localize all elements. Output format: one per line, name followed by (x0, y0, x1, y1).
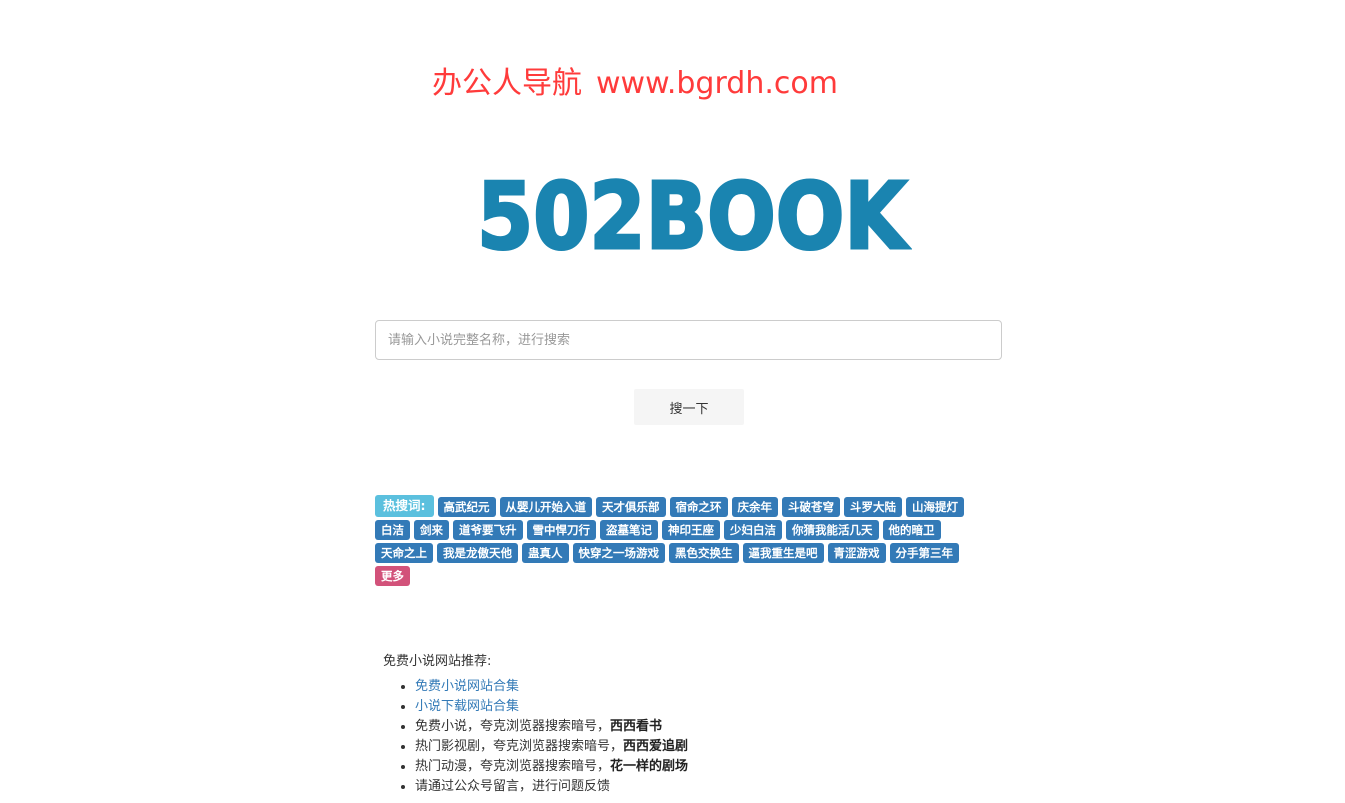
recommend-item: 小说下载网站合集 (415, 697, 688, 717)
recommend-list: 免费小说网站合集小说下载网站合集免费小说，夸克浏览器搜索暗号，西西看书热门影视剧… (383, 677, 688, 797)
recommend-title: 免费小说网站推荐: (383, 654, 492, 669)
hot-tag[interactable]: 山海提灯 (906, 497, 964, 517)
logo-502book-icon: 502BOOK (476, 162, 912, 261)
more-tags-button[interactable]: 更多 (375, 566, 410, 586)
hot-tag[interactable]: 分手第三年 (889, 543, 959, 563)
hot-tag[interactable]: 剑来 (414, 520, 449, 540)
recommend-keyword: 花一样的剧场 (610, 759, 689, 774)
site-logo[interactable]: 502BOOK (472, 160, 912, 261)
banner-url: www.bgrdh.com (596, 66, 838, 101)
hot-tag[interactable]: 青涩游戏 (827, 543, 886, 563)
hot-tag[interactable]: 道爷要飞升 (453, 520, 523, 540)
recommend-item: 免费小说网站合集 (415, 677, 688, 697)
recommend-link[interactable]: 小说下载网站合集 (415, 699, 519, 714)
recommend-text: 热门动漫，夸克浏览器搜索暗号， (415, 759, 611, 774)
hot-search-tags: 热搜词: 高武纪元 从婴儿开始入道 天才俱乐部 宿命之环 庆余年 斗破苍穹 斗罗大陆 山海提灯… (375, 495, 995, 586)
hot-tag[interactable]: 天命之上 (375, 543, 433, 563)
hot-tag[interactable]: 快穿之一场游戏 (572, 543, 665, 563)
banner-site-name: 办公人导航 (432, 66, 582, 101)
recommend-text: 请通过公众号留言，进行问题反馈 (415, 779, 611, 794)
hot-tag[interactable]: 你猜我能活几天 (786, 520, 879, 540)
recommend-text: 热门影视剧，夸克浏览器搜索暗号， (415, 739, 624, 754)
banner-text: 办公人导航 www.bgrdh.com (432, 58, 838, 102)
recommend-text: 免费小说，夸克浏览器搜索暗号， (415, 719, 611, 734)
hot-tag[interactable]: 宿命之环 (669, 497, 728, 517)
hot-tag[interactable]: 少妇白洁 (724, 520, 782, 540)
hot-tag[interactable]: 我是龙傲天他 (437, 543, 518, 563)
hot-tag[interactable]: 他的暗卫 (882, 520, 941, 540)
recommend-keyword: 西西爱追剧 (623, 739, 689, 754)
hot-tag[interactable]: 盗墓笔记 (600, 520, 658, 540)
hot-tag[interactable]: 高武纪元 (437, 497, 496, 517)
hot-tag[interactable]: 雪中悍刀行 (526, 520, 596, 540)
hot-tag[interactable]: 斗破苍穹 (782, 497, 840, 517)
hot-tag[interactable]: 白洁 (375, 520, 410, 540)
hot-tag[interactable]: 逼我重生是吧 (742, 543, 824, 563)
hot-tag[interactable]: 庆余年 (731, 497, 778, 517)
recommend-link[interactable]: 免费小说网站合集 (415, 679, 519, 694)
recommend-item: 请通过公众号留言，进行问题反馈 (415, 777, 688, 797)
logo-text: 502BOOK (477, 163, 910, 260)
search-button[interactable]: 搜一下 (634, 389, 744, 425)
hot-tag[interactable]: 天才俱乐部 (596, 497, 666, 517)
hot-tag[interactable]: 从婴儿开始入道 (499, 497, 592, 517)
hot-tag[interactable]: 黑色交换生 (669, 543, 739, 563)
recommend-item: 热门动漫，夸克浏览器搜索暗号，花一样的剧场 (415, 757, 688, 777)
recommend-item: 热门影视剧，夸克浏览器搜索暗号，西西爱追剧 (415, 737, 688, 757)
search-input[interactable] (375, 320, 1002, 360)
hot-tag[interactable]: 蛊真人 (522, 543, 569, 563)
recommend-keyword: 西西看书 (610, 719, 663, 734)
recommend-section: 免费小说网站推荐: 免费小说网站合集小说下载网站合集免费小说，夸克浏览器搜索暗号… (383, 650, 688, 797)
recommend-item: 免费小说，夸克浏览器搜索暗号，西西看书 (415, 717, 688, 737)
hot-search-label: 热搜词: (375, 495, 434, 517)
hot-tag[interactable]: 斗罗大陆 (844, 497, 902, 517)
hot-tag[interactable]: 神印王座 (662, 520, 720, 540)
